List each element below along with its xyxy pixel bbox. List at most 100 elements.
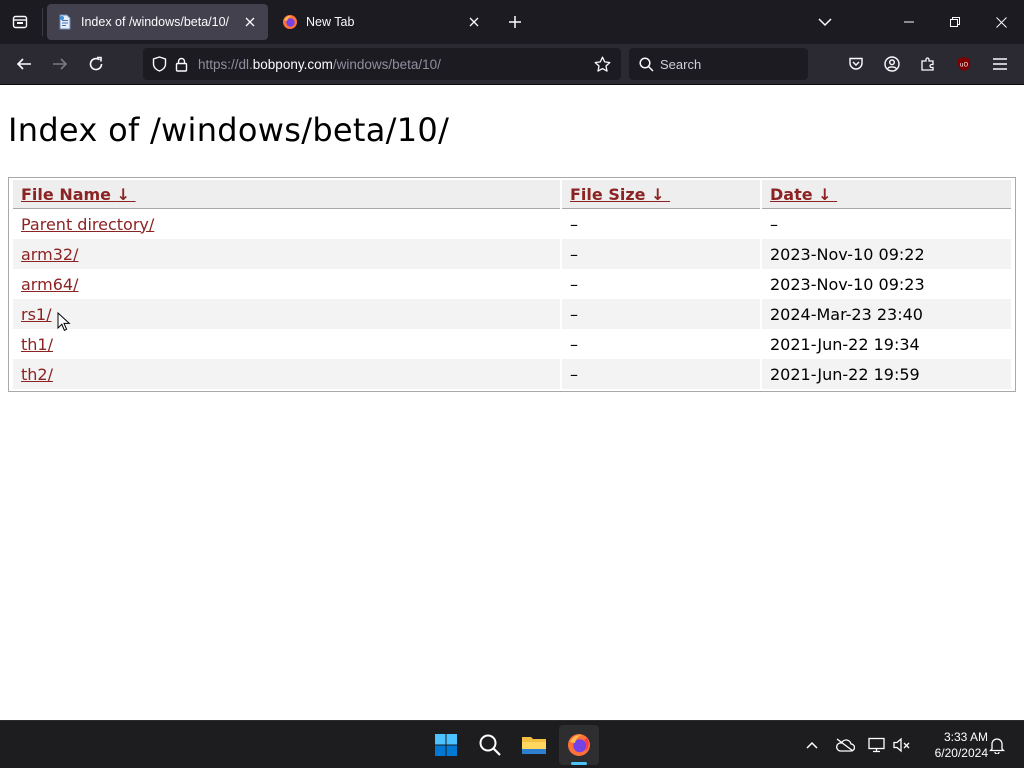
file-name-cell: arm32/ [13,239,560,269]
start-button[interactable] [426,725,466,765]
close-window-button[interactable] [978,0,1024,44]
network-tray-button[interactable] [865,733,889,757]
sort-by-date-link[interactable]: Date ↓ [770,185,837,204]
url-path: /windows/beta/10/ [332,56,441,72]
table-row: Parent directory/ – – [13,209,1011,239]
document-favicon-icon [59,14,71,30]
windows-taskbar: 3:33 AM 6/20/2024 [0,720,1024,768]
date-cell: 2021-Jun-22 19:34 [770,334,920,354]
table-row: th2/ – 2021-Jun-22 19:59 [13,359,1011,389]
close-icon [245,17,255,27]
list-all-tabs-button[interactable] [813,10,837,34]
folder-link-arm64[interactable]: arm64/ [21,275,78,294]
file-size-cell: – [562,299,760,329]
parent-directory-link[interactable]: Parent directory/ [21,215,154,234]
minimize-button[interactable] [886,0,932,44]
firefox-taskbar-button[interactable] [559,725,599,765]
notifications-button[interactable] [985,733,1009,757]
clock-time: 3:33 AM [943,730,988,744]
lock-icon[interactable] [170,48,192,80]
table-header-row: File Name ↓ File Size ↓ Date ↓ [13,180,1011,209]
minimize-icon [904,21,914,23]
mouse-cursor-icon [57,312,71,331]
firefox-view-button[interactable] [0,0,40,44]
network-icon [868,737,885,753]
close-icon [995,16,1007,28]
onedrive-tray-button[interactable] [833,733,857,757]
taskbar-clock[interactable]: 3:33 AM 6/20/2024 [918,729,988,761]
new-tab-button[interactable] [503,10,527,34]
firefox-view-icon [12,15,28,29]
folder-link-rs1[interactable]: rs1/ [21,305,51,324]
sort-arrow-icon: ↓ [651,184,665,204]
folder-link-arm32[interactable]: arm32/ [21,245,78,264]
active-app-indicator [571,762,587,765]
file-name-cell: th1/ [13,329,560,359]
ublock-origin-icon: uO [958,57,970,71]
tab-title: New Tab [306,15,355,29]
file-name-cell: arm64/ [13,269,560,299]
page-title: Index of /windows/beta/10/ [8,111,450,149]
address-bar[interactable]: https://dl.bobpony.com/windows/beta/10/ [143,48,621,80]
extensions-button[interactable] [914,50,942,78]
file-explorer-button[interactable] [514,725,554,765]
tab-index-windows-beta[interactable]: Index of /windows/beta/10/ [47,4,268,40]
url-prefix: https://dl. [198,56,253,72]
file-name-cell: th2/ [13,359,560,389]
back-button[interactable] [10,50,38,78]
arrow-left-icon [16,58,31,70]
search-icon [639,56,654,72]
navigation-toolbar: https://dl.bobpony.com/windows/beta/10/ … [0,44,1024,85]
file-explorer-icon [522,737,546,754]
file-table: File Name ↓ File Size ↓ Date ↓ Parent di… [11,180,1013,389]
url-host: bobpony.com [252,56,333,72]
tab-bar: Index of /windows/beta/10/ New Tab [0,0,1024,44]
page-content: Index of /windows/beta/10/ File Name ↓ F… [0,85,1024,720]
search-icon [479,734,501,756]
bookmark-star-button[interactable] [589,48,615,80]
search-input[interactable]: Search [629,48,808,80]
pocket-button[interactable] [842,50,870,78]
firefox-icon [568,734,590,756]
column-header-file-name: File Name ↓ [13,180,560,209]
clock-date: 6/20/2024 [934,746,988,760]
file-size-cell: – [562,359,760,389]
close-tab-button[interactable] [242,14,258,30]
column-header-file-size: File Size ↓ [562,180,760,209]
file-size-cell: – [562,239,760,269]
column-header-date: Date ↓ [762,180,1011,209]
search-placeholder: Search [660,56,702,72]
arrow-right-icon [53,58,68,70]
close-tab-button[interactable] [466,14,482,30]
table-row: rs1/ – 2024-Mar-23 23:40 [13,299,1011,329]
ublock-origin-button[interactable]: uO [950,50,978,78]
reload-button[interactable] [82,50,110,78]
taskbar-search-button[interactable] [470,725,510,765]
tab-new-tab[interactable]: New Tab [272,4,492,40]
svg-text:uO: uO [960,62,969,69]
menu-button[interactable] [986,50,1014,78]
restore-button[interactable] [932,0,978,44]
puzzle-icon [921,57,934,71]
firefox-favicon-icon [283,15,297,29]
tracking-protection-shield-icon[interactable] [148,48,170,80]
date-cell: – [770,214,778,234]
url-text[interactable]: https://dl.bobpony.com/windows/beta/10/ [198,57,589,72]
table-row: th1/ – 2021-Jun-22 19:34 [13,329,1011,359]
sort-by-file-name-link[interactable]: File Name ↓ [21,185,136,204]
account-button[interactable] [878,50,906,78]
plus-icon [509,16,521,28]
date-cell: 2021-Jun-22 19:59 [762,359,1011,389]
folder-link-th1[interactable]: th1/ [21,335,53,354]
sort-by-file-size-link[interactable]: File Size ↓ [570,185,670,204]
table-row: arm64/ – 2023-Nov-10 09:23 [13,269,1011,299]
file-size-cell: – [570,274,578,294]
show-hidden-icons-button[interactable] [800,733,824,757]
volume-tray-button[interactable] [890,733,914,757]
forward-button[interactable] [46,50,74,78]
onedrive-icon [836,738,855,752]
tab-title: Index of /windows/beta/10/ [81,15,230,29]
sort-arrow-icon: ↓ [818,184,832,204]
volume-muted-icon [893,737,910,753]
folder-link-th2[interactable]: th2/ [21,365,53,384]
